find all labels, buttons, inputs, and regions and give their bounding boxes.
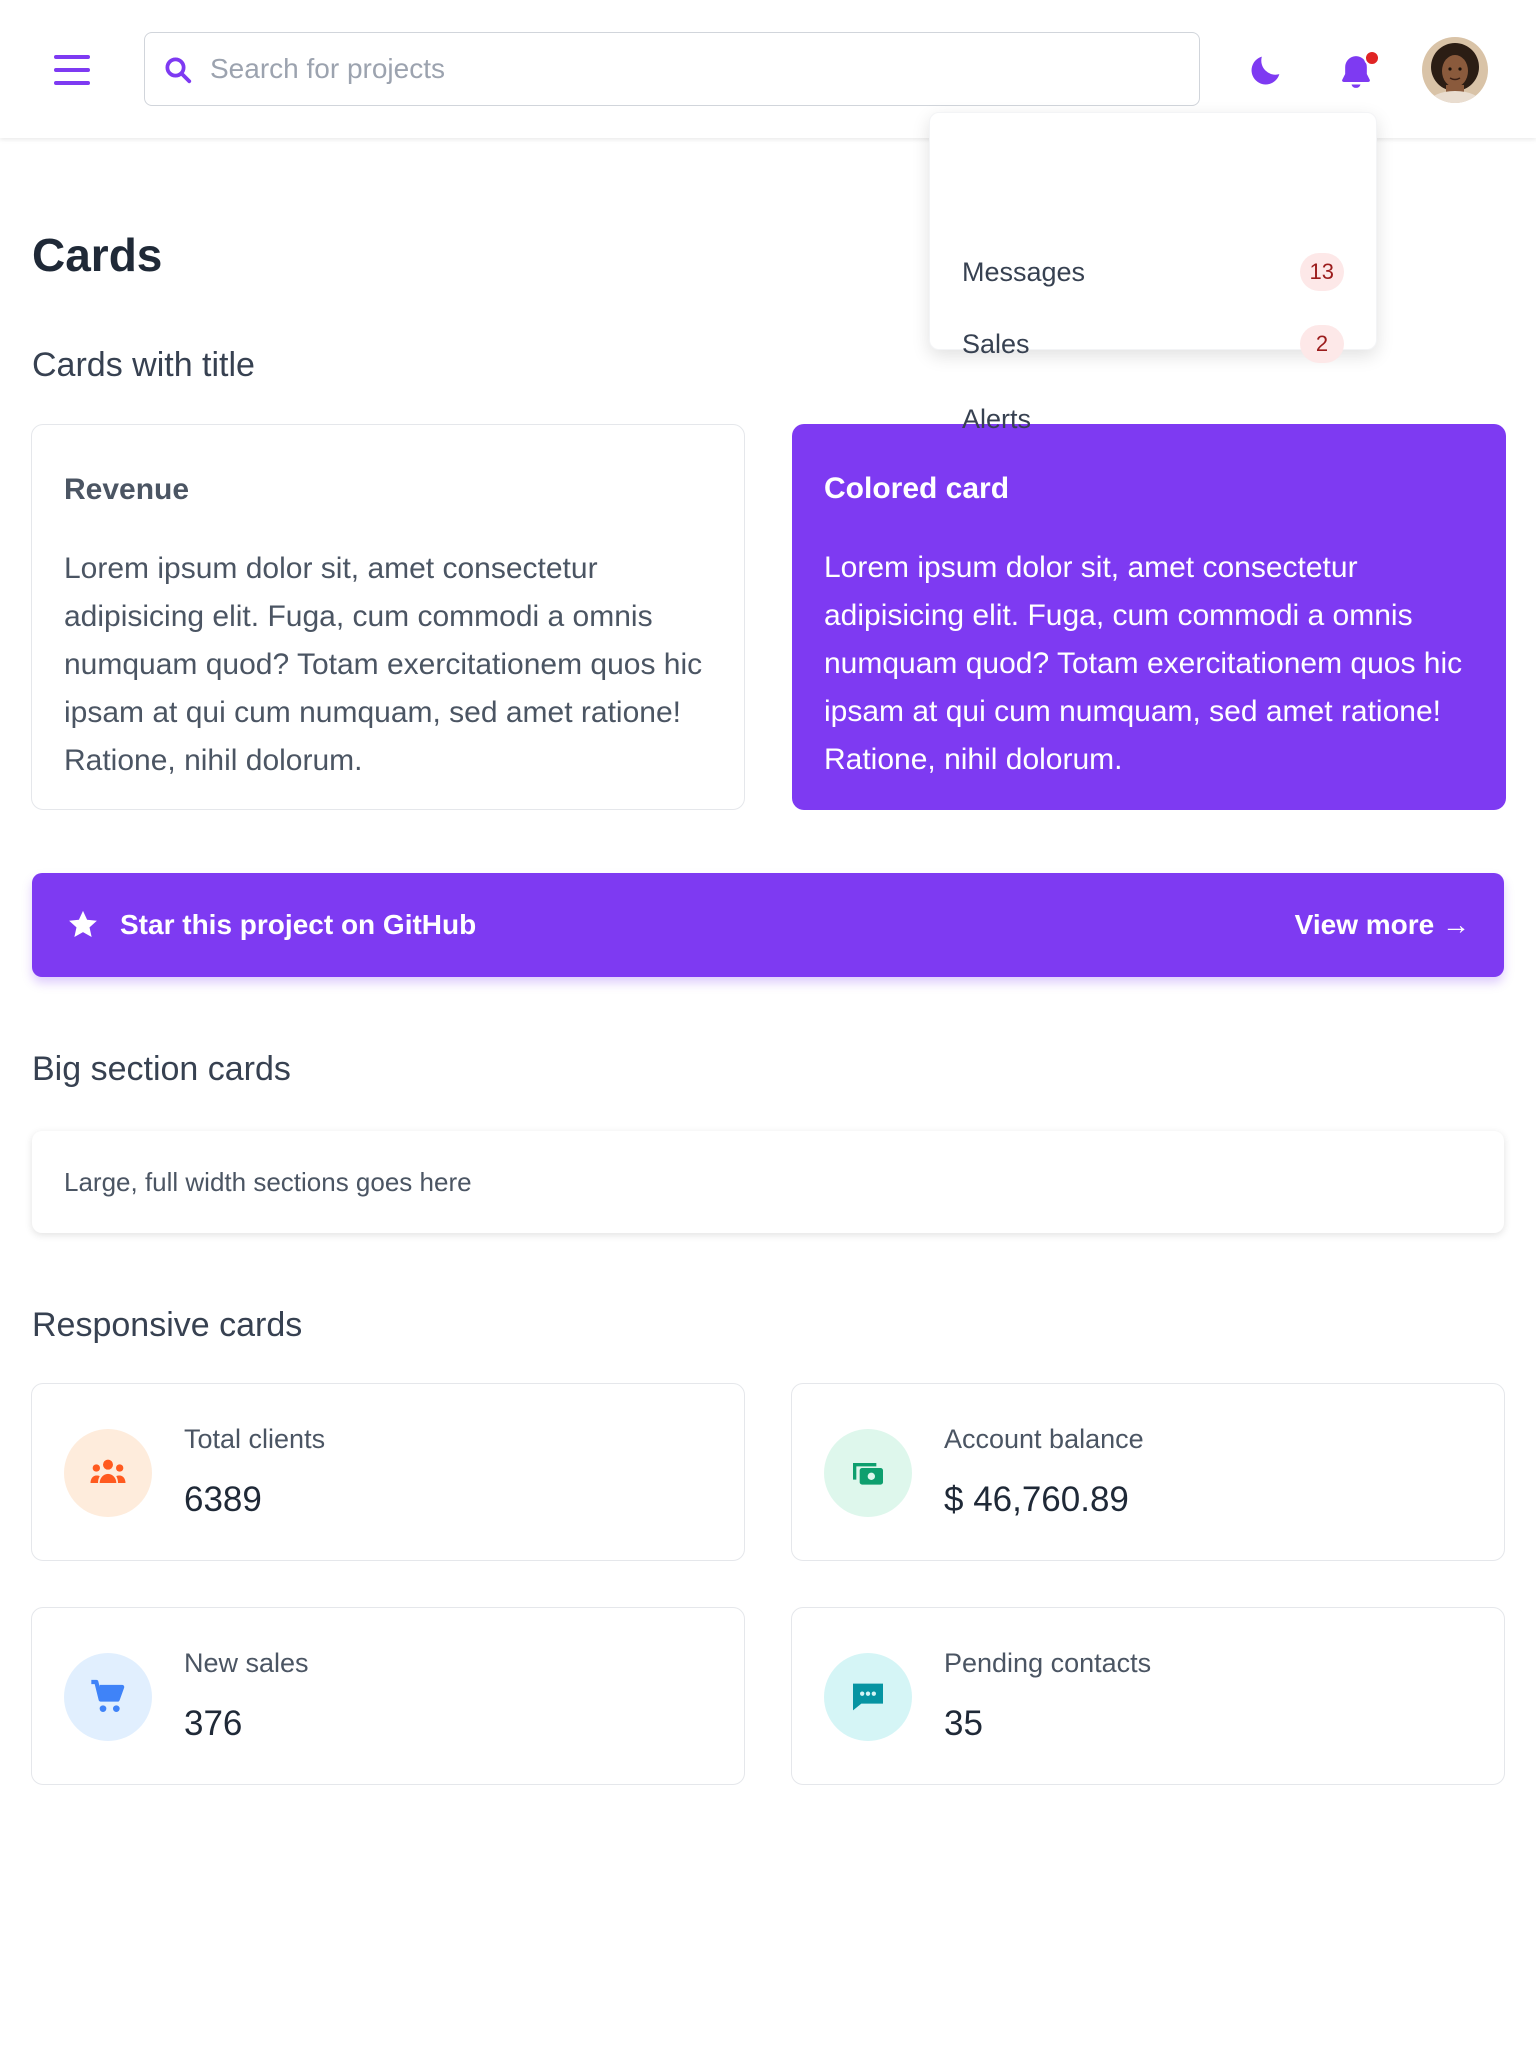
chat-icon: [853, 1683, 883, 1711]
dropdown-item-label: Alerts: [962, 403, 1032, 434]
stat-label: Account balance: [944, 1424, 1144, 1454]
card-title: Revenue: [64, 473, 190, 506]
big-card-text: Large, full width sections goes here: [64, 1166, 472, 1197]
moon-icon[interactable]: [1246, 50, 1286, 90]
stat-value: 376: [184, 1704, 243, 1743]
stat-value: 6389: [184, 1480, 262, 1519]
big-section-card: Large, full width sections goes here: [32, 1131, 1504, 1233]
dropdown-item-label: Messages: [962, 256, 1086, 287]
dropdown-item-label: Sales: [962, 328, 1030, 359]
stat-value: 35: [944, 1704, 983, 1743]
stat-icon-circle: [824, 1653, 912, 1741]
page-title: Cards: [32, 229, 163, 281]
stat-label: New sales: [184, 1648, 309, 1678]
stat-icon-circle: [64, 1429, 152, 1517]
card-title: Colored card: [824, 472, 1010, 505]
notifications-dropdown: Messages 13 Sales 2 Alerts: [929, 112, 1377, 434]
count-badge: 13: [1299, 253, 1344, 291]
stat-icon-circle: [824, 1429, 912, 1517]
search-input[interactable]: [145, 33, 1199, 105]
menu-icon[interactable]: [54, 55, 90, 85]
section-heading-responsive-cards: Responsive cards: [32, 1306, 303, 1344]
search-box: [144, 32, 1200, 106]
dropdown-item-sales[interactable]: Sales 2: [962, 319, 1344, 369]
cart-icon: [91, 1679, 125, 1712]
stat-card-total-clients: Total clients 6389: [31, 1383, 745, 1561]
section-heading-cards-with-title: Cards with title: [32, 346, 255, 384]
users-icon: [90, 1459, 126, 1483]
card-body: Lorem ipsum dolor sit, amet consectetur …: [824, 551, 1463, 776]
banner-text: Star this project on GitHub: [120, 909, 477, 940]
search-icon: [165, 57, 192, 84]
stat-card-pending-contacts: Pending contacts 35: [791, 1607, 1505, 1785]
dropdown-item-messages[interactable]: Messages 13: [962, 247, 1344, 297]
github-star-banner[interactable]: Star this project on GitHub View more →: [32, 873, 1504, 977]
stat-label: Pending contacts: [944, 1648, 1152, 1678]
view-more-link[interactable]: View more →: [1295, 909, 1470, 941]
cash-icon: [853, 1463, 883, 1485]
dropdown-item-alerts[interactable]: Alerts: [962, 394, 1344, 444]
stat-label: Total clients: [184, 1424, 326, 1454]
stat-icon-circle: [64, 1653, 152, 1741]
stat-card-new-sales: New sales 376: [31, 1607, 745, 1785]
card-body: Lorem ipsum dolor sit, amet consectetur …: [64, 552, 703, 777]
star-icon: [69, 910, 97, 938]
avatar[interactable]: [1422, 37, 1488, 103]
count-badge: 2: [1300, 325, 1344, 363]
notification-dot: [1364, 50, 1380, 66]
section-heading-big-section-cards: Big section cards: [32, 1050, 291, 1088]
profile-photo-icon: [1422, 37, 1488, 103]
stat-card-account-balance: Account balance $ 46,760.89: [791, 1383, 1505, 1561]
revenue-card: Revenue Lorem ipsum dolor sit, amet cons…: [31, 424, 745, 810]
stat-value: $ 46,760.89: [944, 1480, 1129, 1519]
colored-card: Colored card Lorem ipsum dolor sit, amet…: [792, 424, 1506, 810]
